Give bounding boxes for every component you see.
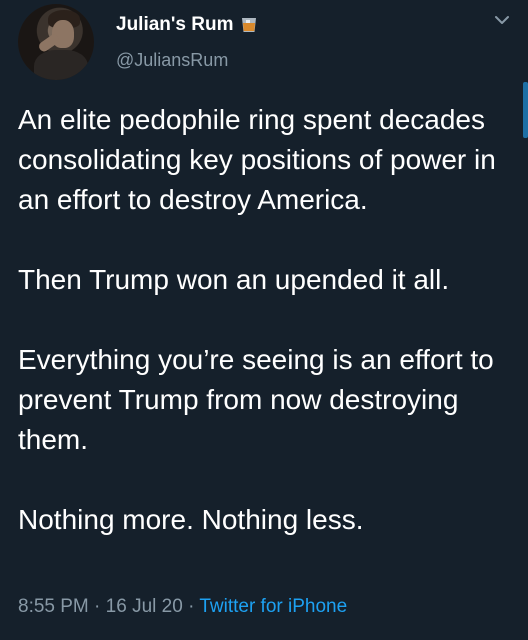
- author-names: Julian's Rum @JuliansRum: [116, 14, 258, 70]
- tweet-time[interactable]: 8:55 PM: [18, 596, 89, 617]
- tweet-source-link[interactable]: Twitter for iPhone: [199, 596, 347, 617]
- tweet: Julian's Rum @JuliansRum An elite pedoph…: [0, 0, 528, 640]
- display-name[interactable]: Julian's Rum: [116, 14, 234, 36]
- display-name-row: Julian's Rum: [116, 14, 258, 36]
- tweet-paragraph: An elite pedophile ring spent decades co…: [18, 104, 496, 215]
- handle[interactable]: @JuliansRum: [116, 50, 258, 70]
- tweet-paragraph: Everything you’re seeing is an effort to…: [18, 344, 494, 455]
- tweet-header: Julian's Rum @JuliansRum: [18, 4, 258, 82]
- scrollbar[interactable]: [523, 82, 528, 138]
- tweet-date[interactable]: 16 Jul 20: [106, 596, 183, 617]
- tweet-paragraph: Nothing more. Nothing less.: [18, 504, 364, 535]
- separator: ·: [94, 596, 101, 617]
- chevron-down-icon[interactable]: [494, 12, 510, 28]
- tweet-meta: 8:55 PM · 16 Jul 20 · Twitter for iPhone: [18, 595, 347, 619]
- tumbler-glass-icon: [240, 16, 258, 34]
- tweet-paragraph: Then Trump won an upended it all.: [18, 264, 450, 295]
- separator: ·: [188, 596, 195, 617]
- avatar[interactable]: [18, 4, 94, 80]
- tweet-text: An elite pedophile ring spent decades co…: [18, 100, 518, 540]
